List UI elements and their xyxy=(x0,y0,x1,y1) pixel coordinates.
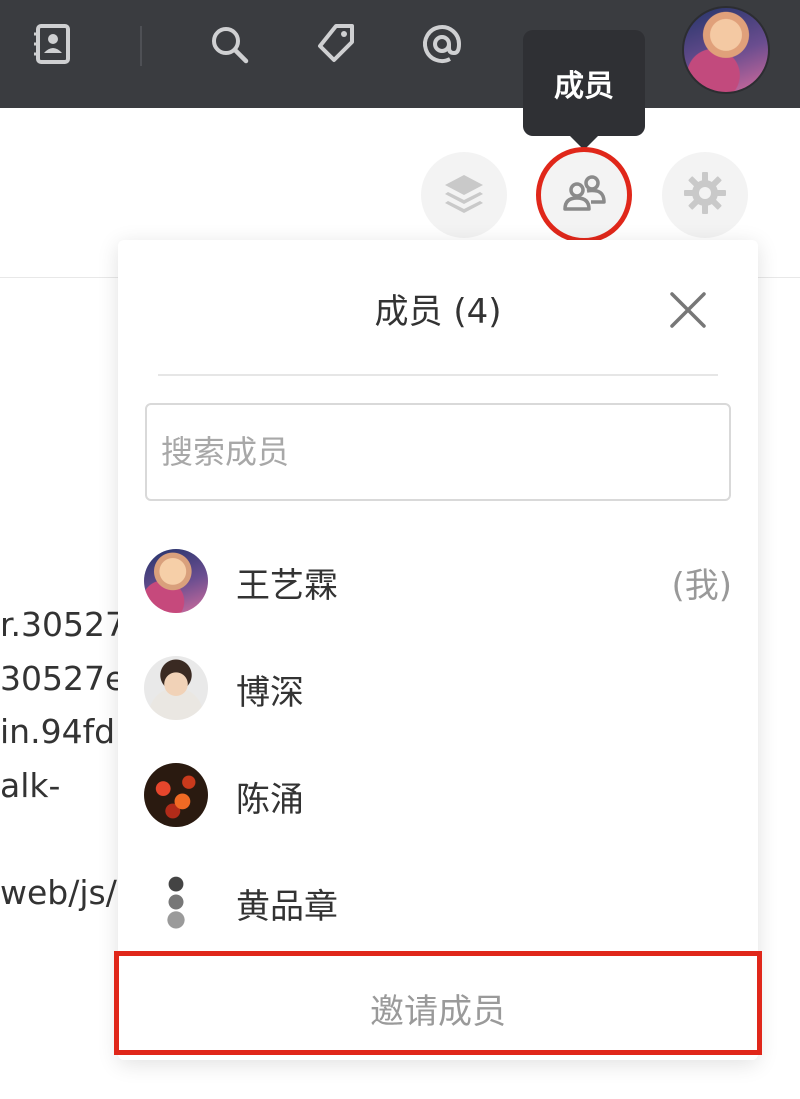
layers-button[interactable] xyxy=(421,152,507,238)
self-tag: (我) xyxy=(671,566,732,606)
search-members-input[interactable] xyxy=(145,403,731,501)
code-line: web/js/r xyxy=(0,872,131,912)
members-tooltip: 成员 xyxy=(523,30,645,150)
layers-icon xyxy=(441,170,487,220)
member-name: 陈涌 xyxy=(236,780,304,820)
invite-members-button[interactable]: 邀请成员 xyxy=(118,954,758,1060)
member-name: 王艺霖 xyxy=(236,566,338,606)
members-button[interactable] xyxy=(541,152,627,238)
contacts-book-icon[interactable] xyxy=(28,20,76,68)
list-item[interactable]: 黄品章 xyxy=(118,857,758,964)
top-navigation-bar xyxy=(0,0,800,108)
list-item[interactable]: 博深 xyxy=(118,643,758,750)
topbar-divider xyxy=(140,26,142,66)
user-avatar[interactable] xyxy=(682,6,770,94)
avatar xyxy=(144,549,208,613)
member-list: 王艺霖 (我) 博深 陈涌 黄品章 xyxy=(118,536,758,964)
list-item[interactable]: 王艺霖 (我) xyxy=(118,536,758,643)
code-line: 30527e xyxy=(0,658,126,698)
avatar xyxy=(144,870,208,934)
members-icon xyxy=(560,169,608,221)
member-name: 黄品章 xyxy=(236,887,338,927)
background-code-text: r.30527 30527e in.94fd alk- web/js/r xyxy=(0,598,130,919)
member-name: 博深 xyxy=(236,673,304,713)
code-line: alk- xyxy=(0,765,61,805)
at-icon[interactable] xyxy=(418,20,466,68)
code-line: r.30527 xyxy=(0,605,127,644)
avatar xyxy=(144,656,208,720)
close-icon[interactable] xyxy=(666,288,710,332)
list-item[interactable]: 陈涌 xyxy=(118,750,758,857)
panel-title: 成员 (4) xyxy=(374,292,502,332)
search-icon[interactable] xyxy=(205,20,253,68)
code-line: in.94fd xyxy=(0,712,116,751)
panel-divider xyxy=(158,374,718,376)
tag-icon[interactable] xyxy=(312,20,360,68)
settings-button[interactable] xyxy=(662,152,748,238)
gear-icon xyxy=(681,169,729,221)
members-popover: 成员 (4) 王艺霖 (我) 博深 陈涌 黄品章 邀请成员 xyxy=(118,240,758,1060)
avatar xyxy=(144,763,208,827)
